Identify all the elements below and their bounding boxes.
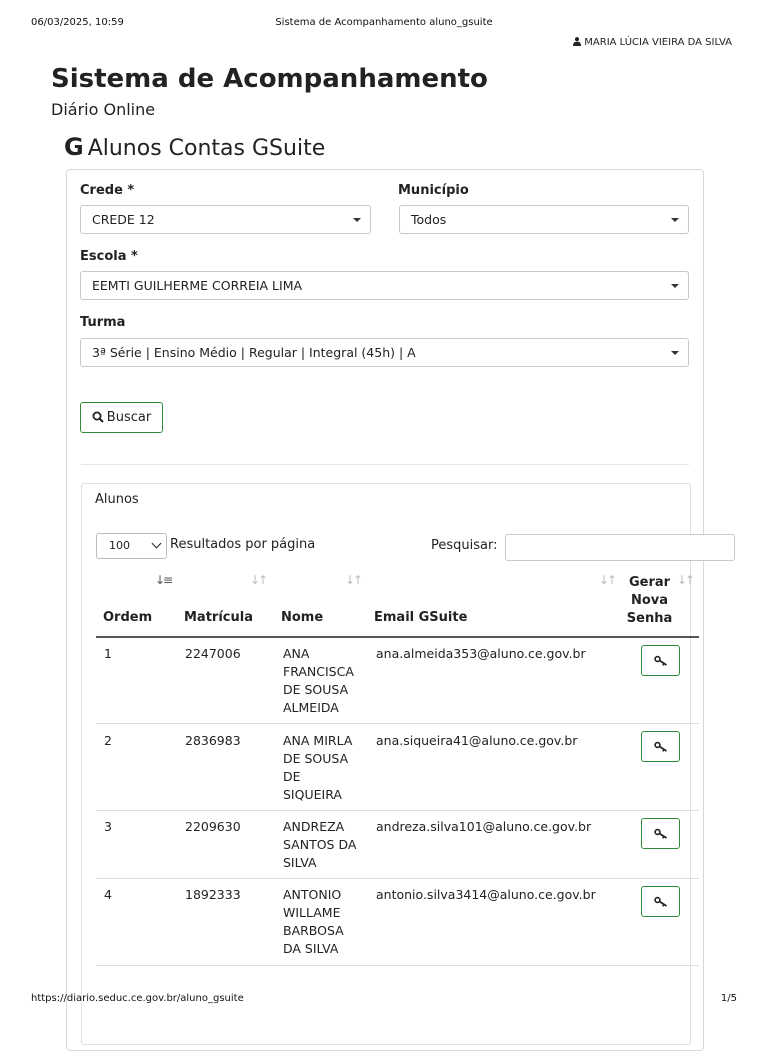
cell-ordem: 3 bbox=[104, 819, 112, 834]
column-header-matricula[interactable]: Matrícula bbox=[184, 610, 253, 625]
sort-nome-icon[interactable]: ↓↑ bbox=[345, 573, 363, 587]
print-doc-title: Sistema de Acompanhamento aluno_gsuite bbox=[275, 17, 493, 28]
key-icon bbox=[654, 828, 667, 839]
cell-nome: ANA FRANCISCA DE SOUSA ALMEIDA bbox=[283, 646, 354, 715]
turma-select[interactable]: 3ª Série | Ensino Médio | Regular | Inte… bbox=[80, 338, 689, 367]
cell-ordem: 4 bbox=[104, 887, 112, 902]
cell-email: ana.almeida353@aluno.ce.gov.br bbox=[376, 646, 586, 661]
print-page-number: 1/5 bbox=[720, 993, 737, 1004]
row-divider bbox=[96, 723, 699, 724]
app-subtitle: Diário Online bbox=[51, 100, 156, 119]
search-label: Pesquisar: bbox=[431, 538, 498, 553]
cell-matricula: 2209630 bbox=[185, 819, 241, 834]
caret-down-icon bbox=[671, 284, 679, 288]
column-header-gerar[interactable]: Gerar Nova Senha bbox=[622, 574, 677, 628]
page-title: G Alunos Contas GSuite bbox=[64, 133, 325, 161]
key-icon bbox=[654, 655, 667, 666]
column-header-email[interactable]: Email GSuite bbox=[374, 610, 467, 625]
page-size-select[interactable]: 100 bbox=[96, 533, 167, 559]
search-icon bbox=[92, 411, 104, 423]
row-divider bbox=[96, 965, 699, 966]
generate-password-button[interactable] bbox=[641, 645, 680, 676]
divider bbox=[81, 464, 689, 465]
sort-gerar-icon[interactable]: ↓↑ bbox=[677, 573, 695, 587]
escola-select[interactable]: EEMTI GUILHERME CORREIA LIMA bbox=[80, 271, 689, 300]
crede-select[interactable]: CREDE 12 bbox=[80, 205, 371, 234]
chevron-down-icon bbox=[151, 538, 162, 549]
cell-matricula: 2247006 bbox=[185, 646, 241, 661]
row-divider bbox=[96, 810, 699, 811]
cell-email: ana.siqueira41@aluno.ce.gov.br bbox=[376, 733, 578, 748]
page-heading-text: Alunos Contas GSuite bbox=[87, 136, 326, 161]
row-divider bbox=[96, 878, 699, 879]
escola-label: Escola * bbox=[80, 249, 138, 264]
generate-password-button[interactable] bbox=[641, 818, 680, 849]
key-icon bbox=[654, 741, 667, 752]
print-url: https://diario.seduc.ce.gov.br/aluno_gsu… bbox=[31, 993, 244, 1004]
caret-down-icon bbox=[671, 351, 679, 355]
crede-label: Crede * bbox=[80, 183, 135, 198]
turma-value: 3ª Série | Ensino Médio | Regular | Inte… bbox=[92, 345, 416, 360]
column-header-ordem[interactable]: Ordem bbox=[103, 610, 152, 625]
caret-down-icon bbox=[671, 218, 679, 222]
cell-ordem: 2 bbox=[104, 733, 112, 748]
search-button-label: Buscar bbox=[106, 410, 152, 425]
cell-email: andreza.silva101@aluno.ce.gov.br bbox=[376, 819, 592, 834]
crede-value: CREDE 12 bbox=[92, 212, 155, 227]
app-title: Sistema de Acompanhamento bbox=[51, 64, 488, 94]
sort-email-icon[interactable]: ↓↑ bbox=[599, 573, 617, 587]
cell-email: antonio.silva3414@aluno.ce.gov.br bbox=[376, 887, 596, 902]
municipio-value: Todos bbox=[411, 212, 447, 227]
cell-matricula: 2836983 bbox=[185, 733, 241, 748]
turma-label: Turma bbox=[80, 315, 126, 330]
google-g-icon: G bbox=[64, 133, 84, 161]
escola-value: EEMTI GUILHERME CORREIA LIMA bbox=[92, 278, 303, 293]
column-header-nome[interactable]: Nome bbox=[281, 610, 323, 625]
user-icon bbox=[573, 37, 582, 46]
page-size-value: 100 bbox=[109, 539, 130, 552]
generate-password-button[interactable] bbox=[641, 731, 680, 762]
alunos-title: Alunos bbox=[95, 492, 139, 507]
generate-password-button[interactable] bbox=[641, 886, 680, 917]
sort-matricula-icon[interactable]: ↓↑ bbox=[250, 573, 268, 587]
alunos-panel bbox=[81, 483, 691, 1045]
cell-ordem: 1 bbox=[104, 646, 112, 661]
cell-nome: ANTONIO WILLAME BARBOSA DA SILVA bbox=[283, 887, 344, 956]
cell-matricula: 1892333 bbox=[185, 887, 241, 902]
user-name: MARIA LÚCIA VIEIRA DA SILVA bbox=[584, 37, 732, 48]
sort-ordem-asc-icon[interactable]: ↓≡ bbox=[155, 573, 173, 587]
search-button[interactable]: Buscar bbox=[80, 402, 163, 433]
municipio-select[interactable]: Todos bbox=[399, 205, 689, 234]
user-menu[interactable]: MARIA LÚCIA VIEIRA DA SILVA bbox=[573, 37, 732, 48]
cell-nome: ANDREZA SANTOS DA SILVA bbox=[283, 819, 357, 870]
key-icon bbox=[654, 896, 667, 907]
search-input[interactable] bbox=[505, 534, 735, 561]
caret-down-icon bbox=[353, 218, 361, 222]
table-header-divider bbox=[96, 636, 699, 638]
cell-nome: ANA MIRLA DE SOUSA DE SIQUEIRA bbox=[283, 733, 353, 802]
page-size-label: Resultados por página bbox=[170, 537, 316, 552]
municipio-label: Município bbox=[398, 183, 469, 198]
